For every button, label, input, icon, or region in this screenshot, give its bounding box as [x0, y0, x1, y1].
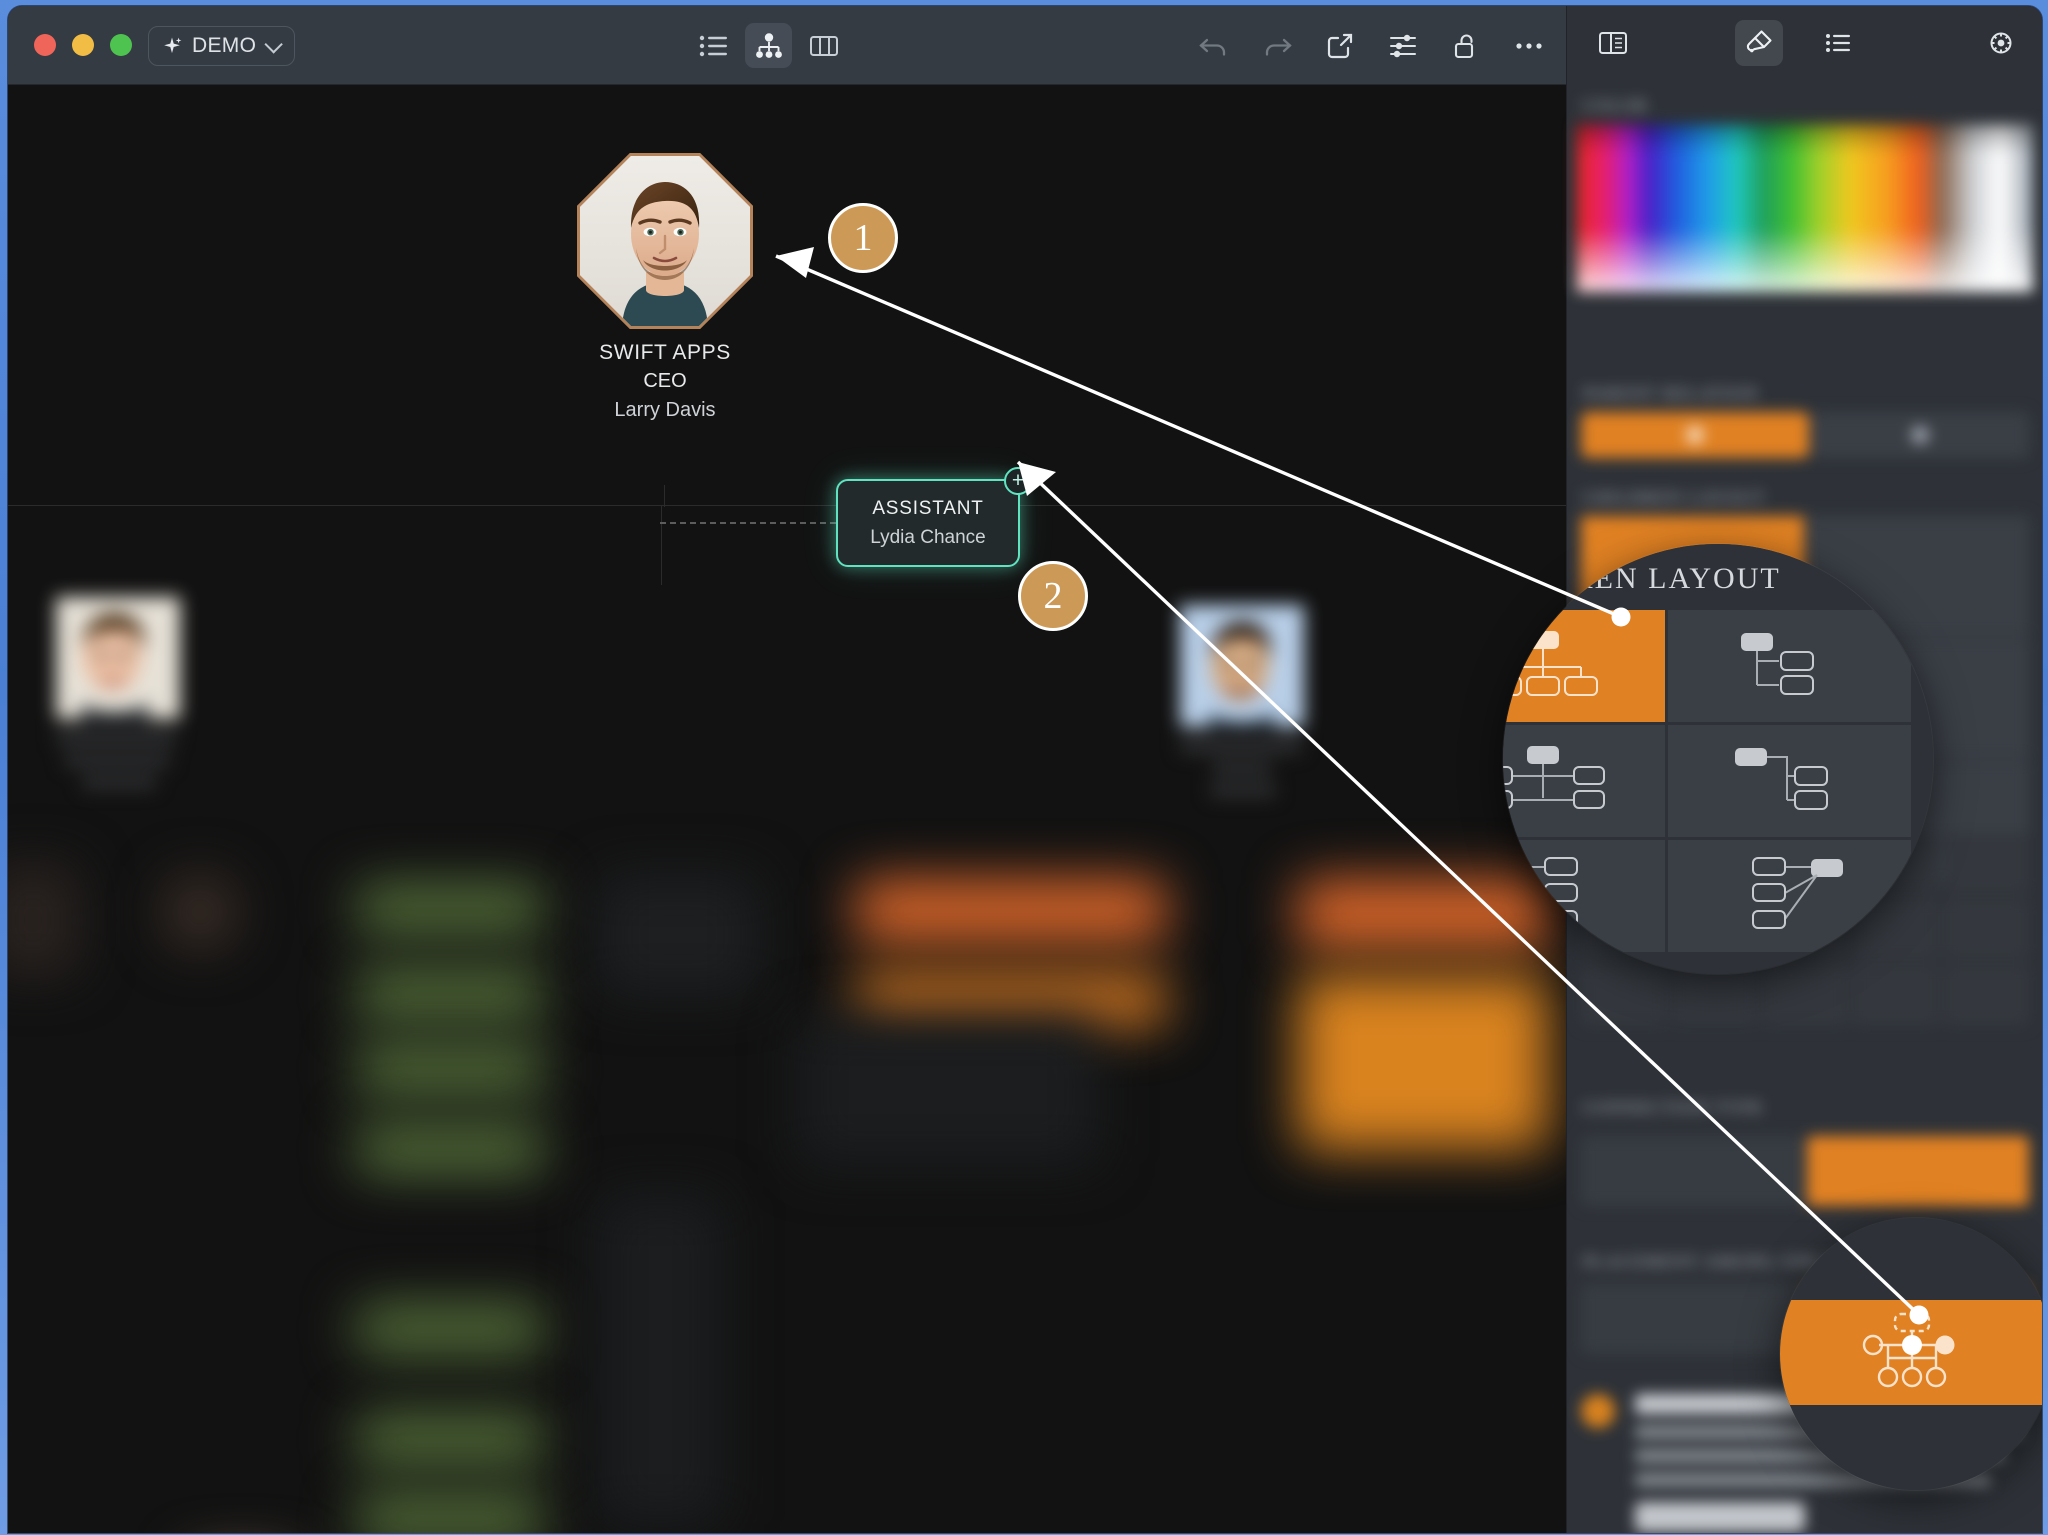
blurred-green-box-3: [356, 1045, 544, 1093]
assistant-person-label: Lydia Chance: [870, 526, 986, 548]
settings-sliders-button[interactable]: [1379, 23, 1426, 68]
child-left-label-3: [82, 776, 156, 789]
assistant-node[interactable]: ASSISTANT Lydia Chance +: [836, 467, 1032, 567]
children-layout-label: CHILDREN LAYOUT: [1583, 488, 1766, 507]
tip-info-icon: [1581, 1394, 1615, 1428]
magnified-layout-tile-5[interactable]: [1503, 840, 1665, 952]
child-right-label-2: [1212, 762, 1272, 775]
connection-type-label: CONNECTION TYPE: [1583, 1098, 1764, 1117]
guide-line-horizontal: [8, 505, 1566, 506]
screenshot-root: DEMO SWIFT APPS CEO Larry Davis ASSISTAN…: [0, 0, 2048, 1535]
parent-relation-label: PARENT RELATION: [1583, 384, 1759, 403]
color-spectrum-picker[interactable]: [1577, 124, 2033, 292]
tip-card-learn-more-button[interactable]: [1635, 1502, 1805, 1532]
parent-relation-option-dashed[interactable]: [1811, 412, 2029, 458]
document-name-label: DEMO: [192, 34, 257, 57]
callout-badge-2: 2: [1018, 561, 1088, 631]
sparkle-icon: [161, 35, 183, 57]
extra-option-left[interactable]: [1581, 1136, 1804, 1206]
parent-relation-segmented[interactable]: [1581, 412, 2029, 458]
blurred-dark-column: [598, 1195, 723, 1525]
placement-normal-child-tile[interactable]: [1581, 1284, 1804, 1354]
toolbar-actions-group: [1190, 23, 1552, 68]
root-node-avatar[interactable]: [577, 153, 753, 329]
avatar-photo: [580, 156, 750, 326]
parent-relation-option-solid[interactable]: [1581, 412, 1809, 458]
assistant-connector: [660, 522, 836, 524]
list-tab-button[interactable]: [1815, 20, 1863, 66]
blurred-orange-box-1: [856, 880, 1166, 942]
blurred-orange-box-4: [1298, 975, 1548, 1150]
magnified-layout-tile-2[interactable]: [1667, 610, 1911, 722]
magnifier-children-layout: CHILDREN LAYOUT: [1503, 544, 1933, 974]
document-name-chip[interactable]: DEMO: [148, 26, 296, 66]
app-window: DEMO SWIFT APPS CEO Larry Davis ASSISTAN…: [8, 6, 2042, 1533]
chart-canvas[interactable]: SWIFT APPS CEO Larry Davis ASSISTANT Lyd…: [8, 85, 1566, 1533]
magnified-placement-tile[interactable]: [1780, 1300, 2042, 1405]
callout-badge-1: 1: [828, 203, 898, 273]
connection-type-option-5[interactable]: [1942, 832, 2029, 894]
child-left-avatar-photo: [56, 597, 180, 719]
blurred-green-box-6: [356, 1415, 544, 1463]
root-person-label: Larry Davis: [614, 399, 716, 421]
child-node-right[interactable]: [1180, 605, 1310, 797]
sidebar-toggle-button[interactable]: [1589, 20, 1637, 66]
root-node-labels: SWIFT APPS CEO Larry Davis: [575, 341, 755, 422]
color-section-label: COLOR: [1583, 96, 1649, 115]
child-right-photo: [1180, 605, 1304, 727]
magnified-children-layout-label: CHILDREN LAYOUT: [1503, 562, 1781, 595]
blurred-green-box-1: [356, 885, 544, 933]
window-titlebar: DEMO: [8, 6, 1566, 85]
undo-button[interactable]: [1190, 23, 1237, 68]
child-left-photo: [56, 597, 180, 719]
minimize-window-button[interactable]: [72, 34, 94, 56]
guide-line-vertical: [661, 505, 662, 585]
gear-tab-button[interactable]: [1977, 20, 2025, 66]
root-company-label: SWIFT APPS: [599, 341, 731, 364]
maximize-window-button[interactable]: [110, 34, 132, 56]
list-view-button[interactable]: [690, 23, 737, 68]
unlock-button[interactable]: [1442, 23, 1489, 68]
magnified-layout-tile-4[interactable]: [1667, 725, 1911, 837]
chevron-down-icon[interactable]: [264, 34, 284, 54]
guide-stem-root: [664, 485, 665, 507]
column-view-button[interactable]: [800, 23, 847, 68]
blurred-green-box-5: [356, 1305, 544, 1353]
view-mode-group: [690, 23, 847, 68]
magnified-layout-tile-3[interactable]: [1503, 725, 1665, 837]
connection-type-option-15[interactable]: [1942, 964, 2029, 1026]
magnifier-placement-among-siblings: [1780, 1218, 2042, 1490]
close-window-button[interactable]: [34, 34, 56, 56]
style-tab-button[interactable]: [1735, 20, 1783, 66]
blurred-dark-card: [598, 875, 758, 995]
child-right-label-1: [1180, 738, 1302, 753]
blurred-green-box-7: [356, 1495, 544, 1533]
blurred-dark-panel: [798, 1015, 1098, 1165]
extra-options-row[interactable]: [1581, 1136, 2029, 1206]
child-node-left[interactable]: [56, 597, 186, 789]
root-node[interactable]: SWIFT APPS CEO Larry Davis: [575, 153, 755, 422]
redo-button[interactable]: [1253, 23, 1300, 68]
add-child-badge[interactable]: +: [1004, 467, 1032, 495]
extra-option-right[interactable]: [1806, 1136, 2029, 1206]
connection-type-option-10[interactable]: [1942, 898, 2029, 960]
root-title-label: CEO: [643, 370, 687, 392]
blurred-node-group-left: [8, 865, 78, 975]
assistant-role-label: ASSISTANT: [872, 497, 984, 519]
org-chart-view-button[interactable]: [745, 23, 792, 68]
blurred-green-box-2: [356, 970, 544, 1018]
inspector-tab-bar: [1567, 20, 2042, 72]
child-right-avatar-photo: [1180, 605, 1304, 727]
placement-assistant-icon: [1862, 1312, 1955, 1387]
child-right-label-3: [1210, 784, 1276, 797]
magnified-layout-tile-1[interactable]: [1503, 610, 1665, 722]
more-button[interactable]: [1505, 23, 1552, 68]
magnified-layout-tile-6[interactable]: [1667, 840, 1911, 952]
blurred-green-box-4: [356, 1125, 544, 1173]
child-left-label-2: [64, 754, 170, 767]
blurred-node-avatar-a: [163, 875, 237, 949]
window-controls[interactable]: [34, 34, 132, 56]
share-button[interactable]: [1316, 23, 1363, 68]
child-left-label-1: [56, 730, 176, 745]
